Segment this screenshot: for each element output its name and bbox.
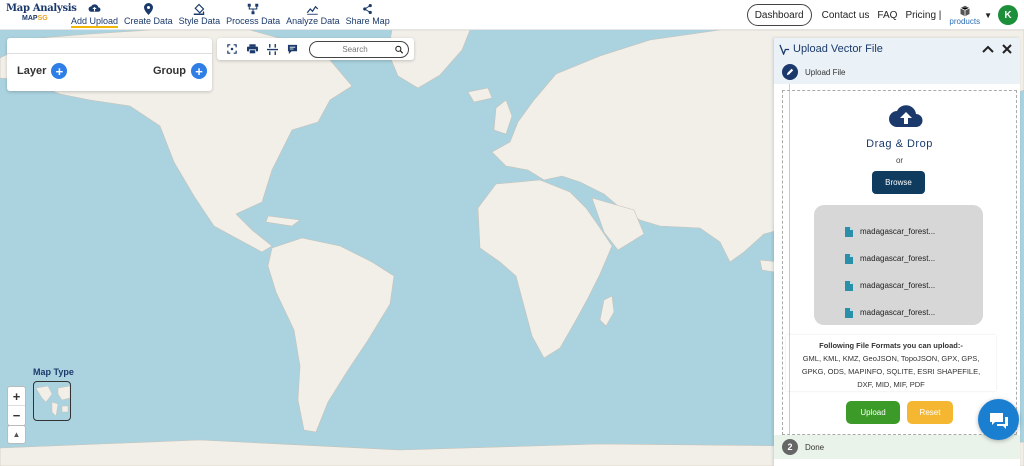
- products-label: products: [949, 16, 981, 26]
- file-name: madagascar_forest...: [860, 254, 936, 263]
- nav-add-upload-label: Add Upload: [71, 16, 119, 28]
- pencil-icon: [786, 68, 794, 76]
- step-1-indicator: [782, 64, 798, 80]
- layer-section: Layer +: [17, 63, 68, 79]
- file-item: madagascar_forest...: [814, 245, 983, 272]
- caret-down-icon[interactable]: ▼: [984, 11, 992, 20]
- nav-create-data[interactable]: Create Data: [121, 2, 176, 28]
- file-icon: [845, 226, 853, 237]
- map-type-label: Map Type: [33, 367, 74, 377]
- file-item: madagascar_forest...: [814, 218, 983, 245]
- file-dropzone[interactable]: Drag & Drop or Browse madagascar_forest.…: [782, 90, 1017, 435]
- cloud-upload-icon: [88, 4, 101, 12]
- upload-button[interactable]: Upload: [846, 401, 900, 424]
- supported-formats: Following File Formats you can upload:- …: [786, 335, 996, 391]
- share-icon: [363, 3, 373, 14]
- fullscreen-button[interactable]: [222, 42, 242, 56]
- app-logo[interactable]: Map Analysis MAPSG: [6, 3, 77, 29]
- right-nav: Dashboard Contact us FAQ Pricing | produ…: [746, 3, 1018, 27]
- search-box[interactable]: [309, 40, 409, 58]
- main-nav: Add Upload Create Data Style Data Proces…: [68, 2, 393, 28]
- map-pin-icon: [143, 2, 153, 15]
- selected-files-list: madagascar_forest... madagascar_forest..…: [814, 205, 983, 325]
- map-toolbar: [217, 38, 414, 60]
- dashboard-button[interactable]: Dashboard: [746, 4, 812, 26]
- chat-icon: [989, 412, 1008, 429]
- print-icon: [246, 44, 258, 54]
- search-input[interactable]: [315, 44, 395, 54]
- print-button[interactable]: [242, 42, 262, 56]
- process-nodes-icon: [247, 3, 259, 14]
- fullscreen-icon: [227, 44, 237, 54]
- nav-analyze-data[interactable]: Analyze Data: [283, 2, 343, 28]
- file-item: madagascar_forest...: [814, 272, 983, 299]
- step-1-label: Upload File: [805, 67, 846, 77]
- nav-style-data[interactable]: Style Data: [176, 2, 224, 28]
- reset-button[interactable]: Reset: [907, 401, 953, 424]
- upload-panel-header: Upload Vector File: [774, 38, 1020, 60]
- group-section: Group +: [153, 63, 207, 79]
- top-navbar: Map Analysis MAPSG Add Upload Create Dat…: [0, 0, 1024, 30]
- cube-icon: [960, 5, 970, 16]
- formats-heading: Following File Formats you can upload:-: [819, 341, 963, 350]
- or-text: or: [895, 156, 904, 165]
- faq-link[interactable]: FAQ: [877, 10, 897, 21]
- contact-link[interactable]: Contact us: [822, 10, 870, 21]
- nav-share-map[interactable]: Share Map: [343, 2, 393, 28]
- upload-panel-title: Upload Vector File: [793, 43, 883, 55]
- step-2-label: Done: [805, 442, 825, 452]
- file-name: madagascar_forest...: [860, 308, 936, 317]
- nav-process-data[interactable]: Process Data: [223, 2, 283, 28]
- vector-icon: [779, 44, 790, 55]
- file-item: madagascar_forest...: [814, 299, 983, 326]
- user-avatar[interactable]: K: [998, 5, 1018, 25]
- measure-icon: [266, 43, 278, 55]
- add-group-button[interactable]: +: [191, 63, 207, 79]
- nav-process-data-label: Process Data: [226, 16, 281, 26]
- logo-subtitle: MAPSG: [22, 15, 48, 22]
- upload-vector-panel: Upload Vector File Upload File Drag & Dr…: [774, 38, 1020, 466]
- file-icon: [845, 307, 853, 318]
- comment-button[interactable]: [282, 42, 302, 56]
- comment-icon: [287, 44, 297, 54]
- zoom-in-button[interactable]: +: [8, 387, 25, 406]
- group-label: Group: [153, 65, 186, 77]
- step-2-indicator: 2: [782, 439, 798, 455]
- analytics-line-icon: [307, 5, 319, 15]
- layer-label: Layer: [17, 65, 47, 77]
- nav-create-data-label: Create Data: [124, 16, 173, 26]
- step-upload-file: Upload File: [774, 60, 1020, 84]
- formats-list: GML, KML, KMZ, GeoJSON, TopoJSON, GPX, G…: [801, 354, 981, 389]
- nav-share-map-label: Share Map: [345, 16, 390, 26]
- nav-style-data-label: Style Data: [178, 16, 221, 26]
- file-icon: [845, 253, 853, 264]
- pricing-link[interactable]: Pricing |: [905, 10, 941, 21]
- nav-analyze-data-label: Analyze Data: [286, 16, 340, 26]
- step-done: 2 Done: [774, 435, 1020, 459]
- file-name: madagascar_forest...: [860, 281, 936, 290]
- logo-title: Map Analysis: [6, 3, 77, 14]
- close-icon[interactable]: [1002, 44, 1012, 54]
- map-thumbnail-image: [35, 385, 70, 417]
- file-name: madagascar_forest...: [860, 227, 936, 236]
- search-icon[interactable]: [395, 45, 403, 54]
- layer-panel: Layer + Group +: [7, 38, 212, 91]
- file-icon: [845, 280, 853, 291]
- zoom-out-button[interactable]: −: [8, 406, 25, 425]
- map-type-thumbnail[interactable]: [33, 381, 71, 421]
- drag-drop-title: Drag & Drop: [866, 138, 933, 150]
- compass-icon: ▲: [12, 430, 21, 439]
- browse-button[interactable]: Browse: [872, 171, 925, 194]
- chat-widget-button[interactable]: [978, 399, 1019, 440]
- collapse-chevron-icon[interactable]: [982, 44, 994, 54]
- zoom-control: + −: [7, 386, 26, 426]
- add-layer-button[interactable]: +: [51, 63, 68, 79]
- measure-button[interactable]: [262, 42, 282, 56]
- products-menu[interactable]: products: [949, 5, 980, 26]
- reset-bearing-button[interactable]: ▲: [7, 425, 26, 444]
- paint-bucket-icon: [194, 3, 205, 15]
- cloud-upload-icon: [889, 105, 923, 127]
- nav-add-upload[interactable]: Add Upload: [68, 2, 121, 28]
